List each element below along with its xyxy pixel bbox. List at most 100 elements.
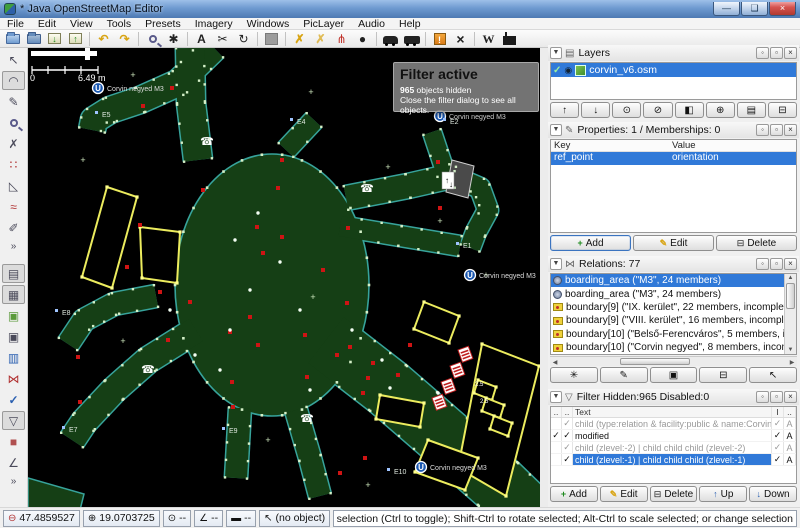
map-paint-styles-icon[interactable]: A bbox=[191, 31, 212, 47]
close-panel-icon[interactable]: × bbox=[784, 258, 797, 270]
refresh-icon[interactable]: ↻ bbox=[233, 31, 254, 47]
layer-merge-button[interactable]: ⊕ bbox=[706, 102, 735, 118]
redo-icon[interactable]: ↷ bbox=[114, 31, 135, 47]
enable-checkbox[interactable]: ✓ bbox=[551, 430, 562, 441]
download-data-icon[interactable]: ↓ bbox=[44, 31, 65, 47]
scroll-down-icon[interactable]: ▼ bbox=[785, 347, 796, 353]
new-relation-button[interactable]: ✳ bbox=[550, 367, 598, 383]
combine-way-icon[interactable]: ✗ bbox=[289, 31, 310, 47]
delete-property-button[interactable]: ⊟Delete bbox=[716, 235, 797, 251]
layer-down-button[interactable]: ↓ bbox=[581, 102, 610, 118]
delete-filter-button[interactable]: ⊟Delete bbox=[650, 486, 698, 502]
enable-checkbox[interactable] bbox=[551, 442, 562, 453]
vertical-scrollbar[interactable]: ▲ ▼ bbox=[784, 274, 796, 354]
preferences-icon[interactable]: ✱ bbox=[163, 31, 184, 47]
car-icon[interactable] bbox=[380, 31, 401, 47]
docs-toggle[interactable]: ▥ bbox=[2, 348, 25, 367]
sticky-icon[interactable]: ◦ bbox=[756, 47, 769, 59]
filter-row[interactable]: ✓ child (type:relation & facility:public… bbox=[551, 418, 796, 430]
hiding-checkbox[interactable]: ✓ bbox=[562, 418, 573, 429]
menu-tools[interactable]: Tools bbox=[100, 18, 139, 30]
relation-row[interactable]: boarding_area ("M3", 24 members) bbox=[551, 274, 784, 287]
photo2-toggle[interactable]: ▣ bbox=[2, 327, 25, 346]
zoom-tool[interactable] bbox=[2, 113, 25, 132]
layer-up-button[interactable]: ↑ bbox=[550, 102, 579, 118]
relation-row[interactable]: boundary[10] ("Belső-Ferencváros", 5 mem… bbox=[551, 328, 784, 341]
add-property-button[interactable]: +Add bbox=[550, 235, 631, 251]
inverted-checkbox[interactable]: ✓ bbox=[772, 442, 784, 453]
more-tools-button[interactable]: » bbox=[2, 239, 25, 254]
enable-checkbox[interactable] bbox=[551, 454, 562, 465]
close-panel-icon[interactable]: × bbox=[784, 47, 797, 59]
edit-filter-button[interactable]: ✎Edit bbox=[600, 486, 648, 502]
delete-relation-button[interactable]: ⊟ bbox=[699, 367, 747, 383]
upload-data-icon[interactable]: ↑ bbox=[65, 31, 86, 47]
undock-icon[interactable]: ▫ bbox=[770, 47, 783, 59]
inverted-checkbox[interactable]: ✓ bbox=[772, 418, 784, 429]
layer-activate-button[interactable]: ⊙ bbox=[612, 102, 641, 118]
filter-row-selected[interactable]: ✓ child (zlevel:-1) | child child child … bbox=[551, 454, 796, 466]
extrude-tool[interactable]: ◺ bbox=[2, 176, 25, 195]
hiding-checkbox[interactable]: ✓ bbox=[562, 442, 573, 453]
relation-row[interactable]: boundary[9] ("IX. kerület", 22 members, … bbox=[551, 301, 784, 314]
scissors-icon[interactable]: ✂ bbox=[212, 31, 233, 47]
move-filter-up-button[interactable]: ↑Up bbox=[699, 486, 747, 502]
layer-visible-eye-icon[interactable]: ◉ bbox=[564, 65, 572, 76]
sticky-icon[interactable]: ◦ bbox=[756, 124, 769, 136]
property-row[interactable]: ref_point orientation bbox=[551, 152, 796, 165]
layers-panel-toggle[interactable]: ▤ bbox=[2, 264, 25, 283]
hiding-checkbox[interactable]: ✓ bbox=[562, 430, 573, 441]
changeset-toggle[interactable]: ■ bbox=[2, 432, 25, 451]
minimize-button[interactable]: — bbox=[713, 2, 740, 16]
menu-windows[interactable]: Windows bbox=[240, 18, 297, 30]
zoom-to-selection-icon[interactable] bbox=[142, 31, 163, 47]
move-hand-icon[interactable]: ● bbox=[352, 31, 373, 47]
map-canvas[interactable]: ++++++++++↑↓☎☎☎☎06.49 mUCorvin negyed M3… bbox=[28, 48, 540, 507]
collapse-icon[interactable]: ▼ bbox=[550, 258, 562, 270]
unglue-tool[interactable]: ∷ bbox=[2, 155, 25, 174]
menu-piclayer[interactable]: PicLayer bbox=[296, 18, 351, 30]
menu-edit[interactable]: Edit bbox=[31, 18, 63, 30]
layer-save-button[interactable]: ▤ bbox=[737, 102, 766, 118]
undo-icon[interactable]: ↶ bbox=[93, 31, 114, 47]
scroll-up-icon[interactable]: ▲ bbox=[785, 275, 796, 281]
sticky-icon[interactable]: ◦ bbox=[756, 391, 769, 403]
menu-presets[interactable]: Presets bbox=[138, 18, 188, 30]
split-way-icon[interactable]: ⋔ bbox=[331, 31, 352, 47]
photo-toggle[interactable]: ▣ bbox=[2, 306, 25, 325]
filter-panel-toggle[interactable]: ▽ bbox=[2, 411, 25, 430]
close-panel-icon[interactable]: × bbox=[784, 124, 797, 136]
undock-icon[interactable]: ▫ bbox=[770, 124, 783, 136]
collapse-icon[interactable]: ▼ bbox=[550, 124, 562, 136]
relation-row[interactable]: boundary[9] ("VIII. kerület", 16 members… bbox=[551, 314, 784, 327]
save-file-icon[interactable] bbox=[23, 31, 44, 47]
edit-property-button[interactable]: ✎Edit bbox=[633, 235, 714, 251]
horizontal-scrollbar[interactable]: ◀ ▶ bbox=[550, 356, 797, 366]
draw-node-tool[interactable]: ✎ bbox=[2, 92, 25, 111]
menu-help[interactable]: Help bbox=[392, 18, 428, 30]
select-relation-button[interactable]: ↖ bbox=[749, 367, 797, 383]
validator-toggle[interactable]: ✓ bbox=[2, 390, 25, 409]
close-panel-icon[interactable]: × bbox=[784, 391, 797, 403]
undock-icon[interactable]: ▫ bbox=[770, 391, 783, 403]
menu-view[interactable]: View bbox=[63, 18, 100, 30]
add-filter-button[interactable]: +Add bbox=[550, 486, 598, 502]
filter-row[interactable]: ✓ child (zlevel:-2) | child child child … bbox=[551, 442, 796, 454]
wikipedia-icon[interactable]: W bbox=[478, 31, 499, 47]
open-file-icon[interactable] bbox=[2, 31, 23, 47]
inverted-checkbox[interactable]: ✓ bbox=[772, 454, 784, 465]
relation-row[interactable]: boarding_area ("M3", 24 members) bbox=[551, 287, 784, 300]
menu-imagery[interactable]: Imagery bbox=[188, 18, 240, 30]
enable-checkbox[interactable] bbox=[551, 418, 562, 429]
layer-opacity-button[interactable]: ◧ bbox=[675, 102, 704, 118]
delete-x-icon[interactable]: × bbox=[450, 31, 471, 47]
collapse-icon[interactable]: ▼ bbox=[550, 47, 562, 59]
follow-line-tool[interactable]: ✐ bbox=[2, 218, 25, 237]
scroll-left-icon[interactable]: ◀ bbox=[551, 359, 559, 366]
hiding-checkbox[interactable]: ✓ bbox=[562, 454, 573, 465]
minimap-toggle[interactable]: ▦ bbox=[2, 285, 25, 304]
sticky-icon[interactable]: ◦ bbox=[756, 258, 769, 270]
warning-icon[interactable]: ! bbox=[429, 31, 450, 47]
factory-icon[interactable] bbox=[499, 31, 520, 47]
relation-row[interactable]: boundary[10] ("Corvin negyed", 8 members… bbox=[551, 341, 784, 354]
